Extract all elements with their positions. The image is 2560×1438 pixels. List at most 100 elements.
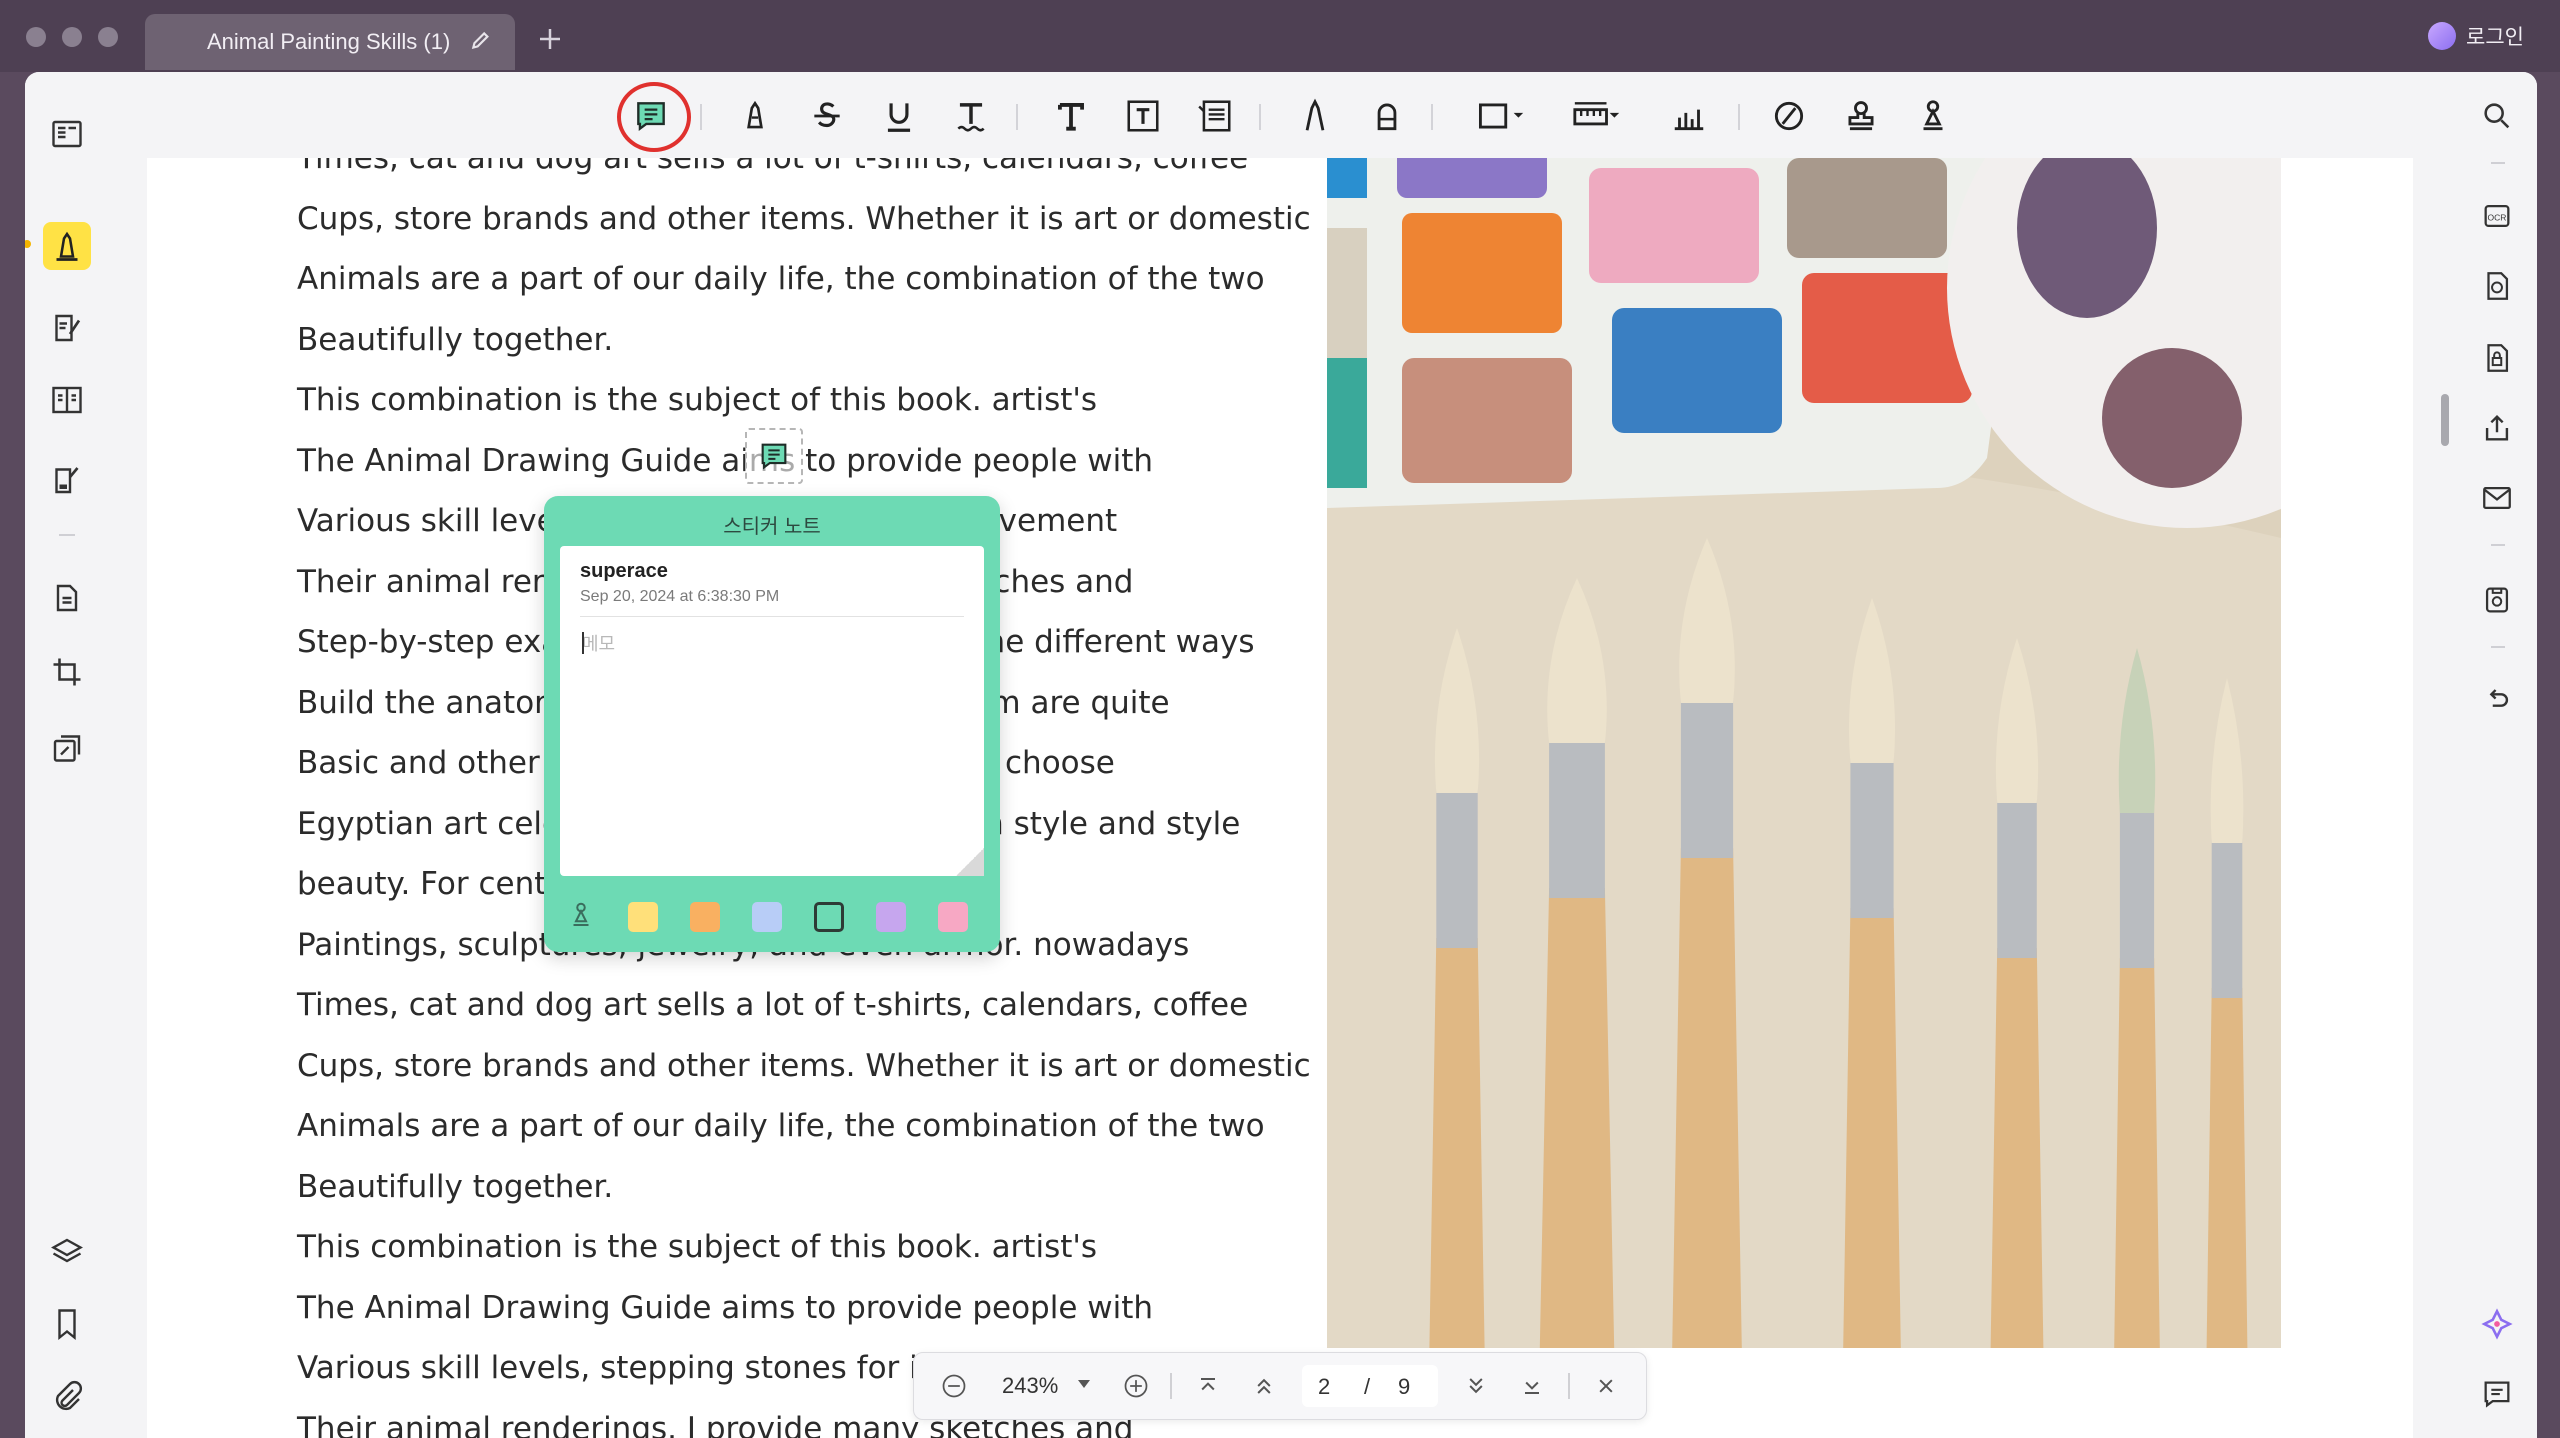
undo-button[interactable]	[2473, 676, 2521, 724]
layers-icon	[51, 1238, 83, 1263]
attachment-pen-icon	[1923, 100, 1943, 131]
convert-pdf-button[interactable]	[2473, 262, 2521, 310]
reader-mode-button[interactable]	[43, 110, 91, 158]
signature-tool-button[interactable]	[1765, 92, 1813, 140]
note-memo-input[interactable]	[580, 628, 968, 660]
color-swatch-green-selected[interactable]	[814, 902, 844, 932]
ink-color-icon[interactable]	[566, 900, 596, 930]
minimize-window-button[interactable]	[62, 27, 82, 47]
attachments-button[interactable]	[43, 1372, 91, 1420]
note-color-picker	[566, 894, 978, 934]
previous-page-button[interactable]	[1248, 1370, 1280, 1402]
color-swatch-pink[interactable]	[938, 902, 968, 932]
login-label: 로그인	[2466, 26, 2524, 49]
sticky-note-marker[interactable]	[745, 428, 803, 484]
left-tool-rail	[25, 72, 109, 1438]
layers-button[interactable]	[43, 1228, 91, 1276]
bookmarks-button[interactable]	[43, 1300, 91, 1348]
document-page[interactable]: Times, cat and dog art sells a lot of t-…	[147, 158, 2413, 1438]
eraser-tool-button[interactable]	[1363, 92, 1411, 140]
pencil-tool-button[interactable]	[1291, 92, 1339, 140]
document-tab[interactable]: Animal Painting Skills (1)	[145, 14, 515, 70]
undo-icon	[2489, 689, 2509, 707]
color-swatch-orange[interactable]	[690, 902, 720, 932]
comments-panel-icon	[2484, 1381, 2510, 1408]
ai-assistant-button[interactable]	[2473, 1300, 2521, 1348]
attachment-icon	[55, 1381, 82, 1411]
new-tab-plus-icon[interactable]	[535, 24, 565, 54]
page-number-field[interactable]: 2 / 9	[1302, 1365, 1438, 1407]
first-page-button[interactable]	[1192, 1370, 1224, 1402]
note-divider	[580, 616, 964, 617]
edit-pdf-icon	[55, 314, 81, 342]
active-indicator	[25, 240, 31, 248]
paintbrush-image	[1327, 158, 2281, 1348]
resize-corner[interactable]	[956, 848, 984, 876]
zoom-in-button[interactable]	[1120, 1370, 1152, 1402]
zoom-window-button[interactable]	[98, 27, 118, 47]
close-window-button[interactable]	[26, 27, 46, 47]
fill-sign-button[interactable]	[43, 456, 91, 504]
color-swatch-purple[interactable]	[876, 902, 906, 932]
measure-tool-dropdown[interactable]	[1565, 92, 1629, 140]
text-tool-button[interactable]	[1047, 92, 1095, 140]
highlighter-icon	[747, 100, 763, 129]
convert-button[interactable]	[43, 574, 91, 622]
text-line: Times, cat and dog art sells a lot of t-…	[297, 158, 1249, 176]
email-button[interactable]	[2473, 474, 2521, 522]
search-button[interactable]	[2473, 92, 2521, 140]
toolbar-divider	[700, 104, 702, 130]
next-page-button[interactable]	[1460, 1370, 1492, 1402]
toolbar-divider	[1738, 104, 1740, 130]
color-swatch-yellow[interactable]	[628, 902, 658, 932]
compress-button[interactable]	[43, 726, 91, 774]
organize-pages-button[interactable]	[43, 376, 91, 424]
ink-pen-tool-button[interactable]	[1909, 92, 1957, 140]
protect-button[interactable]	[2473, 334, 2521, 382]
chart-tool-button[interactable]	[1665, 92, 1713, 140]
bookmark-icon	[58, 1309, 76, 1340]
color-swatch-blue[interactable]	[752, 902, 782, 932]
text-box-icon	[1127, 100, 1159, 132]
text-line: Animals are a part of our daily life, th…	[297, 261, 1265, 297]
share-button[interactable]	[2473, 404, 2521, 452]
title-bar: Animal Painting Skills (1) 로그인	[0, 0, 2560, 72]
crop-button[interactable]	[43, 648, 91, 696]
underline-tool-button[interactable]	[875, 92, 923, 140]
close-pager-button[interactable]	[1590, 1370, 1622, 1402]
vertical-scrollbar[interactable]	[2441, 394, 2449, 446]
highlight-tool-button[interactable]	[731, 92, 779, 140]
brush-ferrule	[1997, 798, 2037, 958]
save-icon	[2485, 587, 2509, 613]
strikethrough-tool-button[interactable]	[803, 92, 851, 140]
zoom-out-button[interactable]	[938, 1370, 970, 1402]
strikethrough-icon	[814, 102, 840, 128]
edit-pdf-button[interactable]	[43, 304, 91, 352]
zoom-dropdown-caret[interactable]	[1078, 1380, 1090, 1388]
rename-pencil-icon[interactable]	[469, 28, 495, 54]
organize-icon	[52, 386, 82, 414]
text-caret	[582, 632, 584, 654]
zoom-level[interactable]: 243%	[1002, 1373, 1058, 1399]
shape-tool-dropdown[interactable]	[1469, 92, 1533, 140]
ocr-icon: OCR	[2484, 204, 2510, 228]
brush-handle	[1843, 908, 1901, 1348]
stamp-tool-button[interactable]	[1837, 92, 1885, 140]
sticky-note-tool-button[interactable]	[617, 82, 691, 152]
comment-mode-button[interactable]	[43, 222, 91, 270]
squiggly-tool-button[interactable]	[947, 92, 995, 140]
last-page-button[interactable]	[1516, 1370, 1548, 1402]
text-box-tool-button[interactable]	[1119, 92, 1167, 140]
save-button[interactable]	[2473, 576, 2521, 624]
text-line: Beautifully together.	[297, 1168, 614, 1205]
ocr-button[interactable]: OCR	[2473, 192, 2521, 240]
first-page-icon	[1201, 1378, 1215, 1391]
comments-panel-button[interactable]	[2473, 1370, 2521, 1418]
sticky-note-title: 스티커 노트	[723, 516, 821, 538]
callout-tool-button[interactable]	[1191, 92, 1239, 140]
sticky-note-popup[interactable]: 스티커 노트 superace Sep 20, 2024 at 6:38:30 …	[544, 496, 1000, 952]
total-pages: 9	[1398, 1374, 1411, 1399]
signature-icon	[1774, 101, 1804, 131]
squiggly-text-icon	[957, 103, 985, 132]
login-button[interactable]: 로그인	[2428, 18, 2524, 54]
